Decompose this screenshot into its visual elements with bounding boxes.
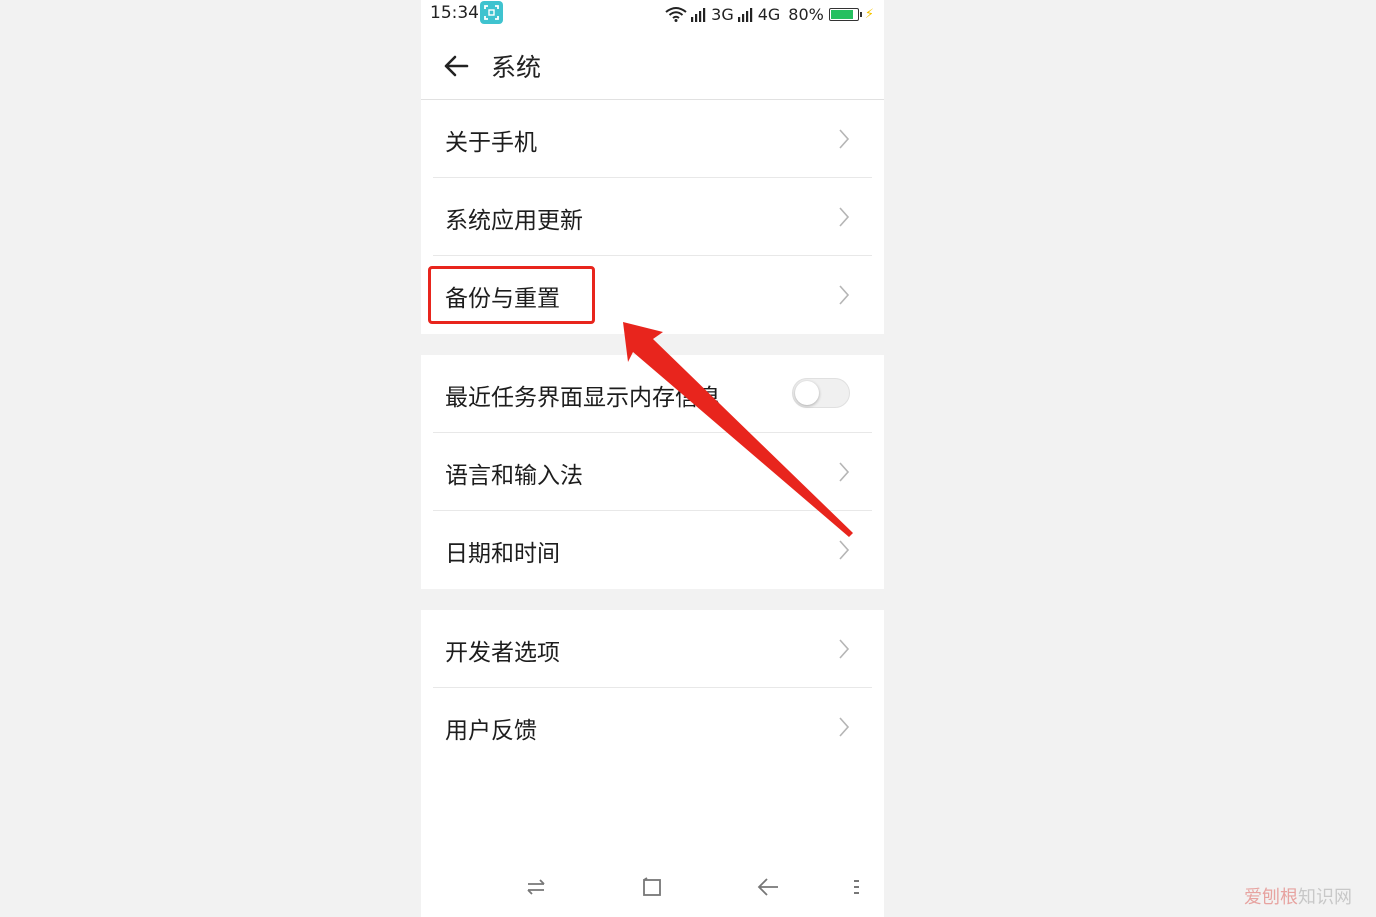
phone-screen: 15:34 3G 4G 80% ⚡ 系统 关于手机 系统应用更新 备份与重置 最…	[421, 0, 884, 917]
switch-icon[interactable]	[525, 876, 547, 898]
menu-icon[interactable]	[852, 876, 862, 898]
watermark: 爱刨根知识网	[1244, 883, 1352, 909]
watermark-gray: 知识网	[1298, 887, 1352, 908]
nav-bar	[421, 860, 884, 917]
annotation-arrow	[623, 322, 853, 537]
home-square-icon[interactable]	[641, 876, 663, 898]
watermark-red: 爱刨根	[1244, 887, 1298, 908]
back-icon[interactable]	[756, 876, 780, 898]
